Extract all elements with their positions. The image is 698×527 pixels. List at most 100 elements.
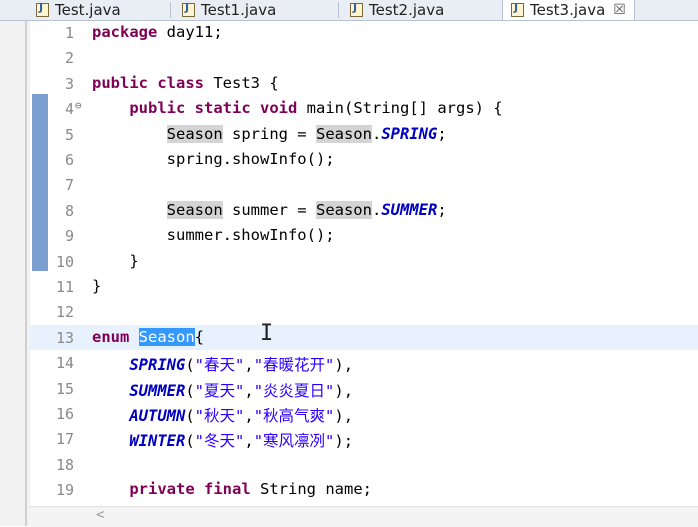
code-line[interactable]: 15 SUMMER("夏天","炎炎夏日"), <box>30 376 698 401</box>
code-line[interactable]: 1 package day11; <box>30 20 698 45</box>
tab-test2-java[interactable]: Test2.java <box>350 0 444 20</box>
code-line[interactable]: 3 public class Test3 { <box>30 71 698 96</box>
code-token: ), <box>334 356 354 375</box>
code-token: ; <box>437 124 447 143</box>
code-token: . <box>371 124 382 143</box>
code-text: private final String name; <box>92 480 372 498</box>
line-number: 13 <box>55 328 74 347</box>
tab-test-java[interactable]: Test.java <box>36 0 121 20</box>
code-token: "春暖花开" <box>253 356 335 375</box>
code-token: static <box>194 99 251 118</box>
code-token: "秋天" <box>194 407 245 425</box>
line-number: 19 <box>55 481 74 500</box>
code-token: { <box>194 327 205 346</box>
line-number: 14 <box>55 354 74 373</box>
code-text: AUTUMN("秋天","秋高气爽"), <box>92 404 353 426</box>
code-token: Season <box>166 124 223 143</box>
code-token: ( <box>185 356 195 375</box>
code-line[interactable]: 9 summer.showInfo(); <box>30 223 698 248</box>
code-token: SPRING <box>129 356 186 375</box>
line-number: 4 <box>64 100 74 119</box>
code-token: "秋高气爽" <box>253 407 335 425</box>
code-token: ; <box>437 200 447 219</box>
code-token: Season <box>166 200 223 219</box>
code-line[interactable]: 16 AUTUMN("秋天","秋高气爽"), <box>30 401 698 426</box>
code-token: private <box>129 480 195 499</box>
code-line[interactable]: 2 <box>30 45 698 70</box>
code-editor[interactable]: 1 package day11; 2 3 public class Test3 { 4 ⊖ … <box>30 20 698 506</box>
code-token: public <box>129 99 186 118</box>
line-number: 8 <box>64 201 74 220</box>
horizontal-scrollbar[interactable]: < <box>30 506 698 527</box>
tab-test3-java[interactable]: Test3.java ☒ <box>502 0 635 20</box>
code-line[interactable]: 11} <box>30 274 698 299</box>
line-number: 7 <box>64 176 74 195</box>
code-token: } <box>92 277 102 295</box>
line-number: 17 <box>55 430 74 449</box>
code-token: ( <box>185 381 195 400</box>
code-token: "冬天" <box>194 432 245 451</box>
code-line[interactable]: 17 WINTER("冬天","寒风凛冽"); <box>30 426 698 451</box>
code-token: summer.showInfo(); <box>92 226 335 245</box>
code-line[interactable]: 5 Season spring = Season.SPRING; <box>30 122 698 147</box>
code-line[interactable]: 19 private final String name; <box>30 477 698 502</box>
code-line[interactable]: 18 <box>30 452 698 477</box>
code-token: class <box>157 73 205 92</box>
java-file-icon <box>511 1 524 17</box>
code-text: SPRING("春天","春暖花开"), <box>92 353 353 375</box>
code-token: , <box>244 381 254 400</box>
line-number: 5 <box>64 125 74 144</box>
tab-label: Test1.java <box>201 1 277 19</box>
code-token: Season <box>315 124 372 143</box>
code-line[interactable]: 10 } <box>30 249 698 274</box>
code-token: spring.showInfo(); <box>92 150 335 168</box>
code-token: WINTER <box>129 432 186 451</box>
code-line[interactable]: 13 enum Season{ <box>30 324 698 350</box>
code-text: Season summer = Season.SUMMER; <box>92 200 447 219</box>
scroll-left-icon[interactable]: < <box>96 507 104 523</box>
line-number: 3 <box>64 74 74 93</box>
code-token: ), <box>334 407 354 425</box>
code-token: "夏天" <box>194 381 245 400</box>
code-text: SUMMER("夏天","炎炎夏日"), <box>92 379 353 401</box>
code-text: package day11; <box>92 23 223 41</box>
text-cursor-icon: I <box>260 321 274 346</box>
code-line[interactable]: 4 ⊖ public static void main(String[] args… <box>30 96 698 121</box>
code-line[interactable]: 6 spring.showInfo(); <box>30 147 698 172</box>
code-token: spring = <box>222 124 316 143</box>
code-text: summer.showInfo(); <box>92 226 335 244</box>
close-tab-icon[interactable]: ☒ <box>613 2 626 18</box>
tab-label: Test3.java <box>530 1 606 19</box>
code-token: , <box>244 432 254 451</box>
code-token: ), <box>334 381 354 400</box>
fold-collapse-icon[interactable]: ⊖ <box>75 99 82 112</box>
code-token: void <box>260 99 298 118</box>
code-token: SUMMER <box>129 381 186 400</box>
code-token: "寒风凛冽" <box>253 432 335 451</box>
code-token: . <box>371 200 382 219</box>
code-line[interactable]: 12 <box>30 299 698 324</box>
code-token: Test3 { <box>204 73 279 92</box>
line-number: 15 <box>55 379 74 398</box>
code-line[interactable]: 7 <box>30 172 698 197</box>
tab-test1-java[interactable]: Test1.java <box>182 0 276 20</box>
code-token: final <box>204 480 251 499</box>
code-line[interactable]: 14 SPRING("春天","春暖花开"), <box>30 350 698 375</box>
code-text: } <box>92 252 138 270</box>
code-text: spring.showInfo(); <box>92 150 335 168</box>
line-number: 9 <box>64 227 74 246</box>
code-text: Season spring = Season.SPRING; <box>92 124 447 143</box>
code-token: AUTUMN <box>129 407 186 425</box>
code-text: public class Test3 { <box>92 74 279 92</box>
java-file-icon <box>36 1 49 17</box>
code-line[interactable]: 8 Season summer = Season.SUMMER; <box>30 198 698 223</box>
line-number: 16 <box>55 405 74 423</box>
